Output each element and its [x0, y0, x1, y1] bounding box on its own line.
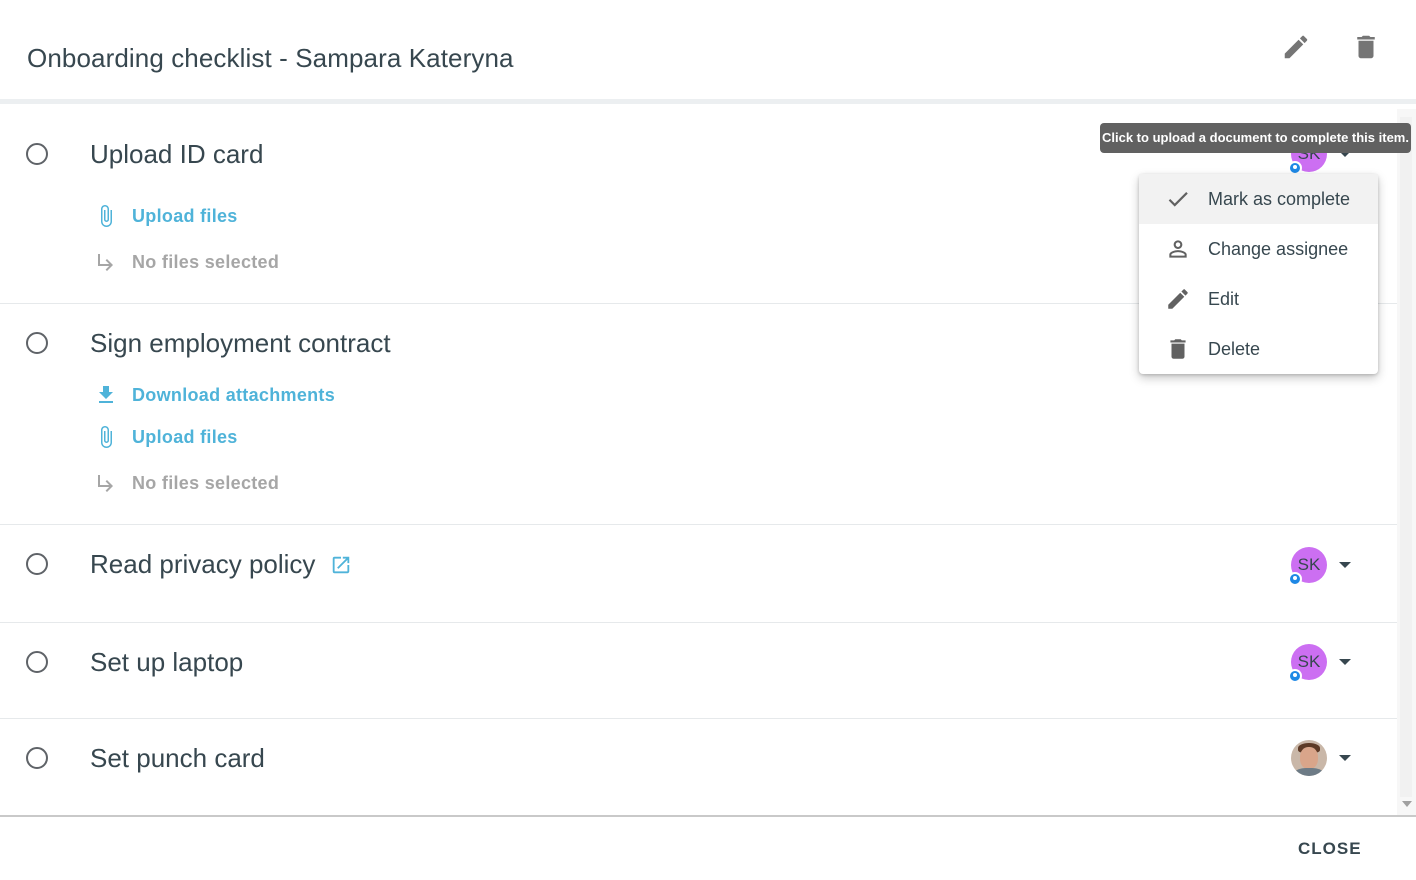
item-menu-caret[interactable]: [1339, 659, 1351, 665]
assignee-avatar[interactable]: SK: [1288, 644, 1327, 683]
avatar-face: [1300, 747, 1318, 769]
pencil-icon: [1284, 35, 1308, 59]
complete-radio[interactable]: [26, 553, 48, 575]
item-context-menu: Mark as complete Change assignee Edit De…: [1139, 174, 1378, 374]
menu-label: Delete: [1208, 338, 1261, 359]
close-button[interactable]: CLOSE: [1288, 837, 1372, 861]
upload-files-row[interactable]: Upload files: [94, 424, 238, 450]
avatar-initials: SK: [1297, 555, 1321, 574]
person-icon: [1165, 236, 1191, 262]
scroll-thumb[interactable]: [1400, 117, 1412, 797]
checklist-item-privacy-policy: Read privacy policy SK: [0, 525, 1397, 623]
no-files-row: No files selected: [94, 470, 279, 496]
dialog-footer: CLOSE: [0, 815, 1416, 880]
upload-tooltip: Click to upload a document to complete t…: [1100, 123, 1411, 153]
menu-label: Mark as complete: [1208, 188, 1351, 209]
external-link-icon[interactable]: [330, 554, 352, 576]
edit-checklist-button[interactable]: [1281, 32, 1311, 62]
no-files-text: No files selected: [132, 251, 280, 272]
item-title: Set punch card: [90, 743, 265, 773]
download-attachments-row[interactable]: Download attachments: [94, 382, 335, 408]
checklist-item-punch-card: Set punch card: [0, 719, 1397, 815]
user-badge-icon: [1288, 572, 1302, 586]
avatar-shirt: [1295, 768, 1323, 776]
complete-radio[interactable]: [26, 747, 48, 769]
menu-label: Edit: [1208, 288, 1240, 309]
item-title: Upload ID card: [90, 139, 264, 169]
menu-delete[interactable]: Delete: [1139, 324, 1378, 374]
checklist-item-setup-laptop: Set up laptop SK: [0, 623, 1397, 719]
subdirectory-arrow-icon: [94, 250, 118, 274]
download-attachments-link[interactable]: Download attachments: [132, 385, 335, 406]
scroll-down-arrow-icon[interactable]: [1402, 801, 1412, 807]
dialog-header: Onboarding checklist - Sampara Kateryna: [0, 0, 1416, 104]
menu-edit[interactable]: Edit: [1139, 274, 1378, 324]
pencil-icon: [1165, 286, 1191, 312]
assignee-avatar[interactable]: SK: [1288, 547, 1327, 586]
delete-checklist-button[interactable]: [1351, 32, 1381, 62]
subdirectory-arrow-icon: [94, 471, 118, 495]
paperclip-icon: [94, 425, 118, 449]
trash-icon: [1165, 336, 1191, 362]
menu-label: Change assignee: [1208, 238, 1349, 259]
item-title: Sign employment contract: [90, 328, 391, 358]
trash-icon: [1357, 35, 1375, 59]
complete-radio[interactable]: [26, 143, 48, 165]
paperclip-icon: [94, 204, 118, 228]
user-photo-avatar[interactable]: [1291, 740, 1327, 776]
upload-files-link[interactable]: Upload files: [132, 427, 238, 448]
user-badge-icon: [1288, 161, 1302, 175]
dialog-title: Onboarding checklist - Sampara Kateryna: [27, 43, 514, 73]
item-menu-caret[interactable]: [1339, 755, 1351, 761]
upload-files-row[interactable]: Upload files: [94, 203, 238, 229]
list-scrollbar[interactable]: [1397, 109, 1416, 815]
user-badge-icon: [1288, 669, 1302, 683]
check-icon: [1165, 186, 1191, 212]
no-files-row: No files selected: [94, 249, 279, 275]
item-title: Read privacy policy: [90, 549, 316, 579]
item-menu-caret[interactable]: [1339, 562, 1351, 568]
no-files-text: No files selected: [132, 472, 280, 493]
complete-radio[interactable]: [26, 332, 48, 354]
download-icon: [94, 383, 118, 407]
avatar-initials: SK: [1297, 652, 1321, 671]
menu-mark-complete[interactable]: Mark as complete: [1139, 174, 1378, 224]
menu-change-assignee[interactable]: Change assignee: [1139, 224, 1378, 274]
item-title: Set up laptop: [90, 647, 244, 677]
complete-radio[interactable]: [26, 651, 48, 673]
upload-files-link[interactable]: Upload files: [132, 206, 238, 227]
